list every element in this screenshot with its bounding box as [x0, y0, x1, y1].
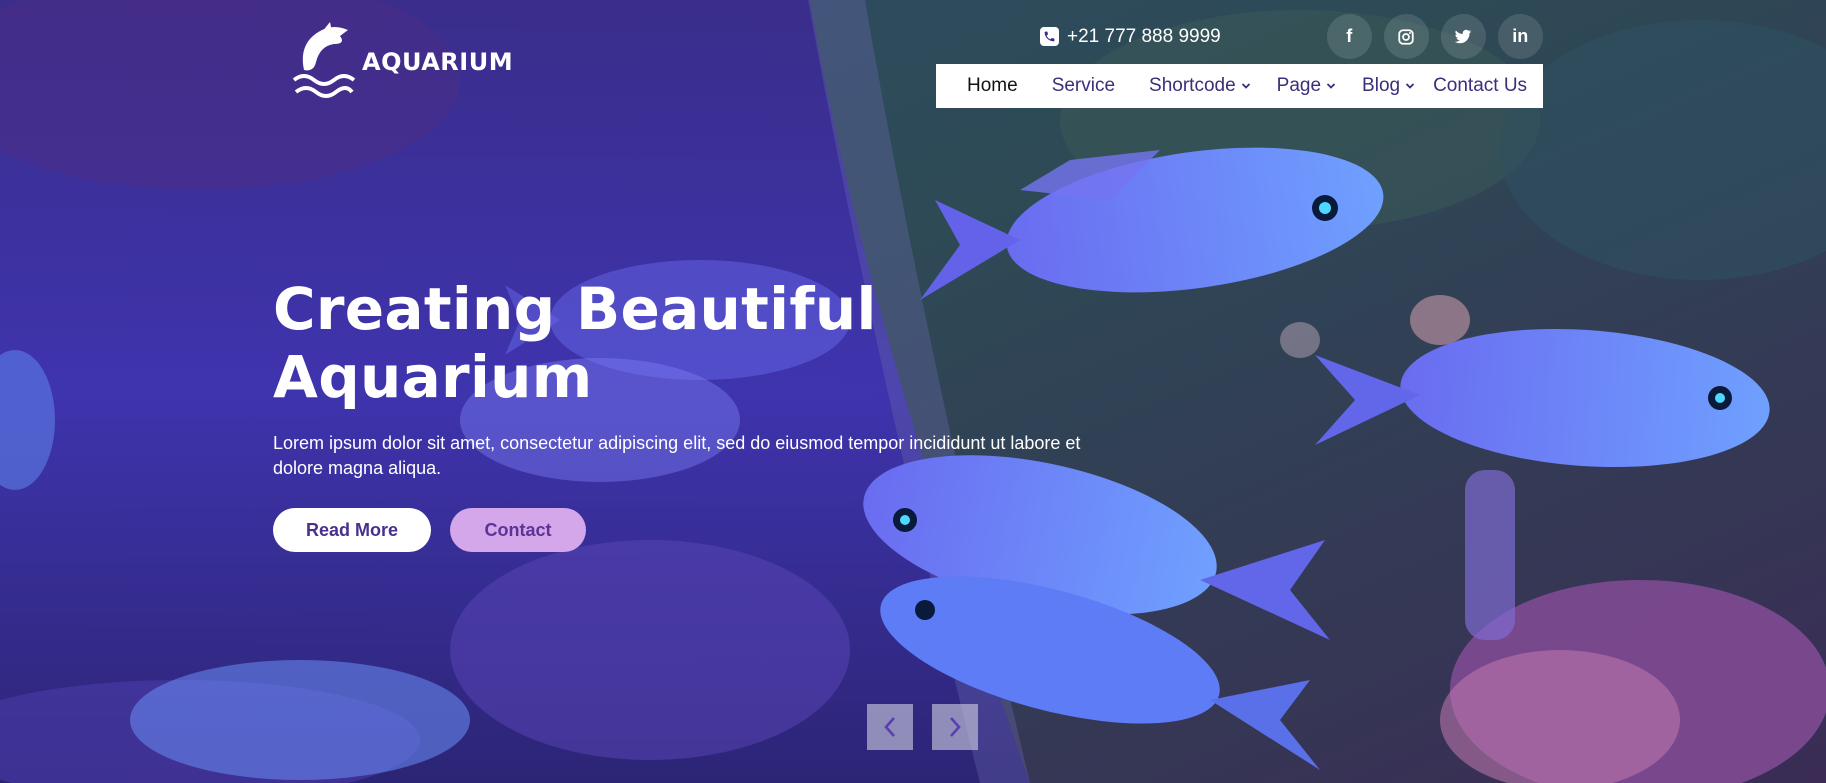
- nav-item-label: Contact Us: [1433, 75, 1528, 96]
- contact-button[interactable]: Contact: [450, 508, 586, 552]
- main-navigation: Home Service Shortcode Page Blog Contact…: [936, 64, 1543, 108]
- hero-subtext: Lorem ipsum dolor sit amet, consectetur …: [273, 433, 1081, 478]
- phone-number: +21 777 888 9999: [1067, 25, 1221, 47]
- facebook-icon[interactable]: f: [1326, 14, 1372, 59]
- read-more-button[interactable]: Read More: [273, 508, 431, 552]
- chevron-down-icon: [1405, 83, 1415, 89]
- hero-headline-line1: Creating Beautiful: [273, 275, 877, 343]
- hero-headline: Creating Beautiful Aquarium: [273, 275, 877, 411]
- brand-name: AQUARIUM: [362, 48, 514, 76]
- hero-section: AQUARIUM +21 777 888 9999 f in Home Serv…: [0, 0, 1826, 783]
- phone-icon: [1040, 27, 1059, 46]
- brand-logo[interactable]: AQUARIUM: [290, 22, 513, 102]
- chevron-down-icon: [1241, 83, 1250, 89]
- chevron-right-icon: [950, 717, 961, 737]
- nav-item-shortcode[interactable]: Shortcode: [1149, 75, 1251, 97]
- slider-prev-button[interactable]: [867, 704, 913, 750]
- twitter-icon[interactable]: [1440, 14, 1486, 59]
- chevron-left-icon: [884, 717, 895, 737]
- dolphin-icon: [292, 22, 356, 98]
- nav-item-label: Blog: [1362, 75, 1401, 96]
- nav-item-label: Service: [1051, 75, 1116, 96]
- nav-item-service[interactable]: Service: [1052, 75, 1115, 97]
- social-links: f in: [1326, 14, 1543, 59]
- chevron-down-icon: [1326, 83, 1336, 89]
- instagram-icon[interactable]: [1383, 14, 1429, 59]
- hero-headline-line2: Aquarium: [273, 343, 593, 411]
- top-bar: +21 777 888 9999 f in: [1040, 14, 1543, 59]
- nav-item-label: Home: [967, 75, 1018, 96]
- nav-item-home[interactable]: Home: [967, 75, 1018, 97]
- nav-item-blog[interactable]: Blog: [1362, 75, 1415, 97]
- nav-item-label: Page: [1276, 75, 1322, 96]
- linkedin-icon[interactable]: in: [1497, 14, 1543, 59]
- nav-item-contact-us[interactable]: Contact Us: [1433, 75, 1527, 97]
- slider-next-button[interactable]: [932, 704, 978, 750]
- nav-item-page[interactable]: Page: [1277, 75, 1336, 97]
- phone-contact[interactable]: +21 777 888 9999: [1040, 26, 1221, 48]
- nav-item-label: Shortcode: [1149, 75, 1236, 96]
